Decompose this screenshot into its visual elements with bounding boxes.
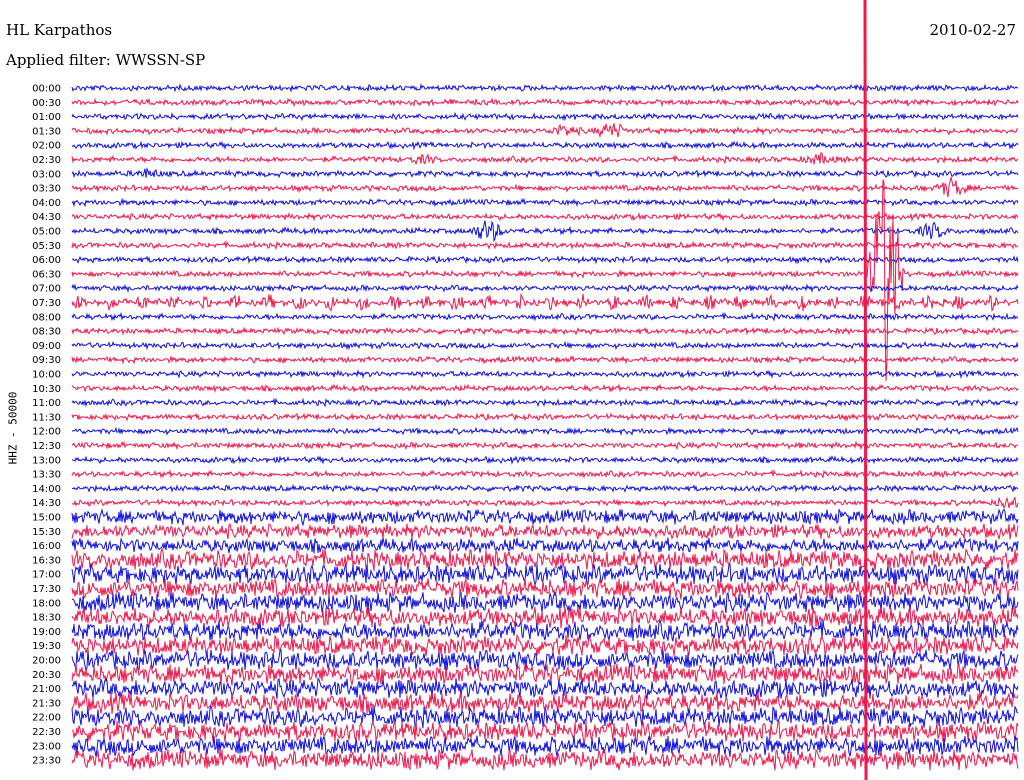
row-label: 01:00 [32, 112, 61, 123]
row-label: 07:30 [32, 298, 61, 309]
row-label: 10:00 [32, 370, 61, 381]
trace-line [71, 111, 1019, 122]
trace-line [71, 152, 1019, 166]
row-label-group: 00:00 00:30 01:00 01:30 02:00 02:30 03:00 03:30… [32, 84, 61, 767]
trace-line [71, 369, 1019, 380]
row-label: 16:00 [32, 541, 61, 552]
trace-line [71, 677, 1019, 700]
row-label: 20:30 [32, 670, 61, 681]
trace-line [71, 311, 1019, 322]
trace-line [71, 397, 1019, 408]
row-label: 14:30 [32, 498, 61, 509]
trace-line [71, 197, 1019, 208]
seismogram-plot: 00:00 00:30 01:00 01:30 02:00 02:30 03:00 03:30… [32, 0, 1019, 780]
trace-line [71, 468, 1019, 479]
trace-line [71, 562, 1019, 587]
trace-line [71, 383, 1019, 393]
trace-line [71, 496, 1019, 510]
row-label: 05:00 [32, 227, 61, 238]
row-label: 14:00 [32, 484, 61, 495]
row-label: 11:30 [32, 412, 61, 423]
trace-line [71, 704, 1019, 729]
row-label: 21:30 [32, 698, 61, 709]
row-label: 19:30 [32, 641, 61, 652]
row-label: 00:00 [32, 84, 61, 95]
trace-line [71, 292, 1019, 312]
row-label: 17:30 [32, 584, 61, 595]
trace-group [71, 0, 1019, 780]
trace-line [71, 97, 1019, 108]
trace-line [71, 426, 1019, 437]
row-label: 09:30 [32, 355, 61, 366]
trace-line [71, 734, 1019, 757]
row-label: 22:00 [32, 713, 61, 724]
trace-line [71, 412, 1019, 422]
row-label: 11:00 [32, 398, 61, 409]
row-label: 18:00 [32, 598, 61, 609]
row-label: 15:00 [32, 513, 61, 524]
row-label: 19:00 [32, 627, 61, 638]
event-spike [863, 0, 868, 780]
row-label: 18:30 [32, 613, 61, 624]
row-label: 17:00 [32, 570, 61, 581]
row-label: 15:30 [32, 527, 61, 538]
row-label: 13:00 [32, 455, 61, 466]
trace-line [71, 508, 1019, 527]
row-label: 08:30 [32, 327, 61, 338]
trace-line [71, 179, 1019, 381]
trace-line [71, 440, 1019, 451]
trace-line [71, 123, 1019, 139]
row-label: 05:30 [32, 241, 61, 252]
row-label: 13:30 [32, 470, 61, 481]
row-label: 03:30 [32, 184, 61, 195]
row-label: 16:30 [32, 555, 61, 566]
trace-line [71, 618, 1019, 643]
row-label: 02:00 [32, 141, 61, 152]
trace-line [72, 483, 1019, 493]
row-label: 21:00 [32, 684, 61, 695]
row-label: 06:30 [32, 269, 61, 280]
trace-line [71, 354, 1019, 365]
row-label: 04:30 [32, 212, 61, 223]
trace-line [71, 455, 1019, 465]
trace-line [71, 283, 1019, 294]
trace-line [71, 536, 1019, 554]
trace-line [71, 177, 1019, 198]
row-label: 04:00 [32, 198, 61, 209]
row-label: 07:00 [32, 284, 61, 295]
trace-line [71, 577, 1019, 600]
trace-line [71, 255, 1019, 265]
trace-line [71, 547, 1019, 571]
row-label: 10:30 [32, 384, 61, 395]
row-label: 23:00 [32, 741, 61, 752]
row-label: 12:00 [32, 427, 61, 438]
row-label: 23:30 [32, 756, 61, 767]
row-label: 02:30 [32, 155, 61, 166]
row-label: 22:30 [32, 727, 61, 738]
trace-line [71, 140, 1019, 151]
trace-line [71, 326, 1019, 336]
row-label: 00:30 [32, 98, 61, 109]
row-label: 01:30 [32, 126, 61, 137]
row-label: 20:00 [32, 656, 61, 667]
row-label: 03:00 [32, 169, 61, 180]
row-label: 09:00 [32, 341, 61, 352]
trace-line [71, 83, 1019, 93]
trace-line [71, 167, 1019, 179]
trace-line [71, 591, 1019, 614]
trace-line [71, 523, 1019, 541]
row-label: 08:00 [32, 312, 61, 323]
trace-line [71, 340, 1019, 351]
row-label: 12:30 [32, 441, 61, 452]
row-label: 06:00 [32, 255, 61, 266]
